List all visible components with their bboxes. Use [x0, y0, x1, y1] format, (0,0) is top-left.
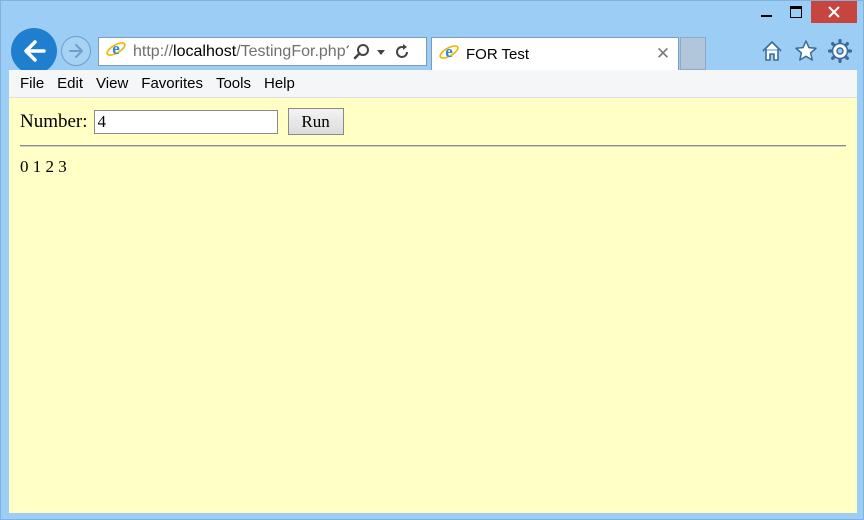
loop-output: 0 1 2 3: [20, 157, 67, 176]
maximize-icon: [790, 6, 802, 18]
address-bar[interactable]: e http://localhost/TestingFor.php?:: [98, 37, 427, 66]
run-button[interactable]: Run: [287, 108, 344, 135]
refresh-icon[interactable]: [393, 43, 411, 61]
toolbar-right-icons: [759, 38, 853, 64]
close-window-button[interactable]: [811, 1, 857, 23]
svg-text:e: e: [112, 39, 120, 58]
menu-file[interactable]: File: [20, 75, 44, 92]
menu-edit[interactable]: Edit: [57, 75, 83, 92]
tab-ie-logo-icon: e: [438, 41, 460, 68]
horizontal-rule: [20, 145, 846, 147]
url-host: localhost: [173, 42, 237, 60]
url-path: /TestingFor.php?:: [236, 42, 349, 60]
menu-bar: File Edit View Favorites Tools Help: [9, 70, 857, 98]
svg-text:e: e: [445, 42, 453, 61]
back-button[interactable]: [11, 28, 57, 74]
home-icon[interactable]: [759, 38, 785, 64]
minimize-button[interactable]: [751, 1, 781, 23]
url-text[interactable]: http://localhost/TestingFor.php?:: [133, 43, 349, 61]
chevron-down-icon[interactable]: [375, 47, 387, 57]
forward-button[interactable]: [61, 36, 91, 66]
minimize-icon: [760, 15, 772, 17]
number-input[interactable]: [93, 109, 278, 134]
address-tools: [353, 43, 411, 61]
caption-buttons: [751, 1, 857, 29]
star-icon[interactable]: [793, 38, 819, 64]
menu-tools[interactable]: Tools: [216, 75, 251, 92]
browser-window: e http://localhost/TestingFor.php?: e FO…: [0, 0, 864, 520]
forward-arrow-icon: [69, 44, 83, 58]
tab-for-test[interactable]: e FOR Test ✕: [431, 37, 679, 70]
maximize-button[interactable]: [781, 1, 811, 23]
search-icon[interactable]: [353, 43, 371, 61]
gear-icon[interactable]: [827, 38, 853, 64]
menu-view[interactable]: View: [96, 75, 128, 92]
back-arrow-icon: [24, 40, 46, 62]
number-form: Number: Run: [20, 108, 344, 135]
url-scheme: http://: [133, 42, 174, 60]
tab-title: FOR Test: [466, 45, 530, 63]
close-icon: [828, 6, 840, 18]
menu-favorites[interactable]: Favorites: [141, 75, 203, 92]
ie-logo-icon: e: [105, 38, 127, 65]
menu-help[interactable]: Help: [264, 75, 295, 92]
tab-close-icon[interactable]: ✕: [654, 44, 672, 64]
page-content: Number: Run 0 1 2 3: [9, 98, 857, 513]
new-tab-button[interactable]: [680, 37, 706, 70]
number-label: Number:: [20, 110, 88, 132]
